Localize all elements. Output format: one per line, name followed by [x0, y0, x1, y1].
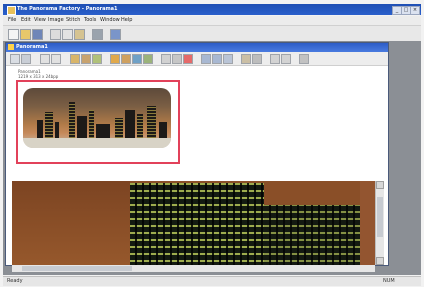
skyline-building: [77, 116, 87, 140]
blend-icon[interactable]: [143, 54, 153, 64]
paste-icon[interactable]: [74, 29, 85, 40]
new-icon[interactable]: [8, 29, 19, 40]
menu-view[interactable]: View: [34, 17, 46, 23]
status-indicator: NUM: [383, 278, 395, 284]
document-titlebar[interactable]: Panorama1: [6, 43, 388, 52]
print-preview-icon[interactable]: [270, 54, 280, 64]
main-toolbar: [3, 25, 421, 42]
rotate-icon[interactable]: [161, 54, 171, 64]
move-tool-icon[interactable]: [21, 54, 31, 64]
cut-icon[interactable]: [50, 29, 61, 40]
menu-bar: File Edit View Image Stitch Tools Window…: [3, 16, 421, 25]
flip-icon[interactable]: [172, 54, 182, 64]
lit-office-building: [264, 205, 360, 265]
menu-image[interactable]: Image: [48, 17, 64, 23]
menu-stitch[interactable]: Stitch: [66, 17, 80, 23]
import-icon[interactable]: [81, 54, 91, 64]
open-image-icon[interactable]: [70, 54, 80, 64]
skyline-building: [137, 114, 143, 140]
undo-icon[interactable]: [40, 54, 50, 64]
warp-icon[interactable]: [132, 54, 142, 64]
export-icon[interactable]: [281, 54, 291, 64]
redo-icon[interactable]: [51, 54, 61, 64]
zoom-out-icon[interactable]: [212, 54, 222, 64]
print-icon[interactable]: [92, 29, 103, 40]
status-bar: Ready NUM: [3, 276, 421, 286]
document-icon: [8, 44, 14, 50]
panorama-app-icon: [7, 6, 16, 15]
adjust-icon[interactable]: [92, 54, 102, 64]
menu-edit[interactable]: Edit: [21, 17, 31, 23]
zoom-in-icon[interactable]: [201, 54, 211, 64]
layers-icon[interactable]: [252, 54, 262, 64]
info-icon[interactable]: [299, 54, 309, 64]
save-icon[interactable]: [32, 29, 43, 40]
crop-icon[interactable]: [121, 54, 131, 64]
status-text: Ready: [7, 278, 23, 284]
fit-icon[interactable]: [223, 54, 233, 64]
skyline-building: [147, 106, 156, 140]
sky-region-right: [360, 181, 375, 265]
document-window: Panorama1 Panorama1 1219 x 313 x 24bpp: [5, 42, 389, 272]
app-titlebar[interactable]: The Panorama Factory - Panorama1 _ □ ×: [3, 4, 421, 15]
image-info: Panorama1 1219 x 313 x 24bpp: [18, 69, 58, 79]
waterfront: [23, 138, 171, 148]
skyline-building: [89, 110, 94, 140]
skyline-building: [45, 112, 53, 140]
image-info-size: 1219 x 313 x 24bpp: [18, 74, 59, 79]
scroll-up-icon[interactable]: [376, 181, 384, 189]
stitch-icon[interactable]: [110, 54, 120, 64]
horizontal-scroll-thumb[interactable]: [22, 266, 132, 271]
grid-icon[interactable]: [241, 54, 251, 64]
red-eye-icon[interactable]: [183, 54, 193, 64]
panorama-detail-view[interactable]: [12, 181, 375, 265]
scroll-down-icon[interactable]: [376, 257, 384, 265]
skyline-building: [115, 118, 123, 140]
lit-office-tower: [130, 183, 264, 265]
panorama-thumbnail: [23, 88, 171, 148]
open-icon[interactable]: [20, 29, 31, 40]
panorama-thumbnail-selection[interactable]: [16, 80, 180, 164]
help-icon[interactable]: [110, 29, 121, 40]
skyline-building: [69, 102, 75, 140]
skyline-building: [37, 120, 43, 140]
menu-window[interactable]: Window: [100, 17, 120, 23]
close-button[interactable]: ×: [410, 6, 420, 15]
document-toolbar: [6, 52, 388, 66]
horizontal-scrollbar[interactable]: [12, 265, 375, 272]
vertical-scroll-thumb[interactable]: [377, 197, 383, 237]
app-title: The Panorama Factory - Panorama1: [17, 6, 118, 12]
menu-help[interactable]: Help: [121, 17, 132, 23]
document-title: Panorama1: [16, 44, 48, 50]
copy-icon[interactable]: [62, 29, 73, 40]
vertical-scrollbar[interactable]: [375, 181, 384, 265]
menu-file[interactable]: File: [8, 17, 16, 23]
sky-region: [12, 181, 130, 265]
select-tool-icon[interactable]: [10, 54, 20, 64]
menu-tools[interactable]: Tools: [84, 17, 96, 23]
skyline-building: [125, 110, 135, 140]
